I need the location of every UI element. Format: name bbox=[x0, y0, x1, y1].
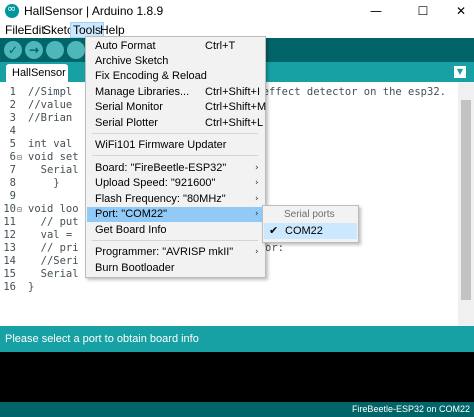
line-number: 7 bbox=[9, 164, 16, 176]
code-line: //Brian bbox=[28, 112, 73, 124]
submenu-arrow-icon: › bbox=[255, 178, 259, 188]
menu-item-manage-libraries[interactable]: Manage Libraries... Ctrl+Shift+I bbox=[87, 85, 264, 100]
title-bar: HallSensor | Arduino 1.8.9 — ☐ ✕ bbox=[0, 0, 474, 22]
code-overflow-text: l effect detector on the esp32. bbox=[250, 86, 446, 98]
code-line: int val bbox=[28, 138, 73, 150]
line-number: 5 bbox=[9, 138, 16, 150]
menu-item-upload-speed-921600[interactable]: Upload Speed: "921600" › bbox=[87, 176, 264, 191]
status-message: Please select a port to obtain board inf… bbox=[0, 326, 474, 352]
line-number: 8 bbox=[9, 177, 16, 189]
menu-item-flash-frequency-80mhz[interactable]: Flash Frequency: "80MHz" › bbox=[87, 192, 264, 207]
port-com22-item[interactable]: ✔ COM22 bbox=[264, 223, 357, 239]
code-line: val = bbox=[28, 229, 73, 241]
code-overflow-text: or: bbox=[265, 242, 284, 254]
open-icon[interactable] bbox=[67, 41, 85, 59]
menu-item-label: Manage Libraries... bbox=[95, 86, 190, 98]
menu-item-shortcut: Ctrl+Shift+I bbox=[205, 86, 261, 98]
code-line: Serial bbox=[28, 268, 79, 280]
submenu-arrow-icon: › bbox=[255, 163, 259, 173]
menu-item-label: Serial Plotter bbox=[95, 117, 158, 129]
line-number: 4 bbox=[9, 125, 16, 137]
menu-item-label: Board: "FireBeetle-ESP32" bbox=[95, 162, 227, 174]
tools-menu: Auto Format Ctrl+T Archive Sketch Fix Encod… bbox=[85, 36, 266, 278]
menu-item-board-firebeetle-esp32[interactable]: Board: "FireBeetle-ESP32" › bbox=[87, 161, 264, 176]
menu-item-shortcut: Ctrl+Shift+L bbox=[205, 117, 264, 129]
menu-item-label: Serial Monitor bbox=[95, 101, 163, 113]
menu-item-label: Programmer: "AVRISP mkII" bbox=[95, 246, 234, 258]
menu-item-serial-plotter[interactable]: Serial Plotter Ctrl+Shift+L bbox=[87, 116, 264, 131]
code-line: } bbox=[28, 177, 60, 189]
arduino-logo-icon bbox=[5, 2, 19, 18]
menu-item-auto-format[interactable]: Auto Format Ctrl+T bbox=[87, 39, 264, 54]
submenu-arrow-icon: › bbox=[255, 194, 259, 204]
menu-item-fix-encoding-reload[interactable]: Fix Encoding & Reload bbox=[87, 69, 264, 84]
code-line: // pri bbox=[28, 242, 79, 254]
submenu-arrow-icon: › bbox=[255, 209, 259, 219]
code-line: } bbox=[28, 281, 35, 293]
menu-item-programmer-avrisp-mkii[interactable]: Programmer: "AVRISP mkII" › bbox=[87, 245, 264, 260]
port-com22-label: COM22 bbox=[285, 225, 323, 237]
code-line: // put bbox=[28, 216, 79, 228]
menu-item-label: Burn Bootloader bbox=[95, 262, 175, 274]
line-number: 9 bbox=[9, 190, 16, 202]
menu-separator bbox=[92, 155, 258, 156]
menu-item-label: Flash Frequency: "80MHz" bbox=[95, 193, 226, 205]
menu-item-shortcut: Ctrl+T bbox=[205, 40, 236, 52]
check-icon: ✔ bbox=[269, 224, 279, 237]
tab-hallsensor[interactable]: HallSensor bbox=[6, 64, 68, 82]
line-number: 2 bbox=[9, 99, 16, 111]
menu-item-label: Upload Speed: "921600" bbox=[95, 177, 216, 189]
fold-toggle-icon[interactable]: ⊟ bbox=[17, 203, 22, 216]
menu-item-port-com22[interactable]: Port: "COM22" › bbox=[87, 207, 264, 222]
menu-item-wifi101-firmware-updater[interactable]: WiFi101 Firmware Updater bbox=[87, 138, 264, 153]
board-port-status: FireBeetle-ESP32 on COM22 bbox=[0, 402, 474, 417]
submenu-arrow-icon: › bbox=[255, 247, 259, 257]
line-number: 10 bbox=[3, 203, 16, 215]
menu-separator bbox=[92, 240, 258, 241]
line-number: 3 bbox=[9, 112, 16, 124]
new-icon[interactable] bbox=[46, 41, 64, 59]
line-number: 11 bbox=[3, 216, 16, 228]
code-line: Serial bbox=[28, 164, 79, 176]
console-output bbox=[0, 352, 474, 402]
close-button[interactable]: ✕ bbox=[443, 0, 474, 22]
port-submenu: Serial ports ✔ COM22 bbox=[262, 205, 359, 243]
upload-icon[interactable]: → bbox=[25, 41, 43, 59]
menu-item-get-board-info[interactable]: Get Board Info bbox=[87, 223, 264, 238]
line-number: 6 bbox=[9, 151, 16, 163]
code-line: //Simpl bbox=[28, 86, 73, 98]
menu-item-label: Auto Format bbox=[95, 40, 156, 52]
tab-menu-icon[interactable]: ▼ bbox=[454, 66, 466, 78]
menu-item-burn-bootloader[interactable]: Burn Bootloader bbox=[87, 261, 264, 276]
code-line: //value bbox=[28, 99, 73, 111]
minimize-button[interactable]: — bbox=[358, 0, 394, 22]
menu-item-serial-monitor[interactable]: Serial Monitor Ctrl+Shift+M bbox=[87, 100, 267, 115]
code-line: void loo bbox=[28, 203, 79, 215]
menu-separator bbox=[92, 133, 258, 134]
line-number: 13 bbox=[3, 242, 16, 254]
code-line: //Seri bbox=[28, 255, 79, 267]
scrollbar-thumb[interactable] bbox=[461, 100, 471, 300]
serial-ports-header: Serial ports bbox=[284, 209, 335, 220]
fold-toggle-icon[interactable]: ⊟ bbox=[17, 151, 22, 164]
line-number: 16 bbox=[3, 281, 16, 293]
menu-item-label: Get Board Info bbox=[95, 224, 167, 236]
line-number: 15 bbox=[3, 268, 16, 280]
verify-icon[interactable]: ✓ bbox=[4, 41, 22, 59]
menu-item-archive-sketch[interactable]: Archive Sketch bbox=[87, 54, 264, 69]
menu-help[interactable]: Help bbox=[98, 23, 127, 37]
maximize-button[interactable]: ☐ bbox=[405, 0, 441, 22]
menu-item-label: WiFi101 Firmware Updater bbox=[95, 139, 227, 151]
line-number: 12 bbox=[3, 229, 16, 241]
line-number: 1 bbox=[9, 86, 16, 98]
vertical-scrollbar[interactable] bbox=[458, 82, 474, 326]
line-number: 14 bbox=[3, 255, 16, 267]
menu-item-label: Port: "COM22" bbox=[95, 208, 167, 220]
menu-item-label: Fix Encoding & Reload bbox=[95, 70, 207, 82]
menu-item-label: Archive Sketch bbox=[95, 55, 169, 67]
code-line: void set bbox=[28, 151, 79, 163]
window-title: HallSensor | Arduino 1.8.9 bbox=[24, 4, 164, 18]
menu-item-shortcut: Ctrl+Shift+M bbox=[205, 101, 267, 113]
